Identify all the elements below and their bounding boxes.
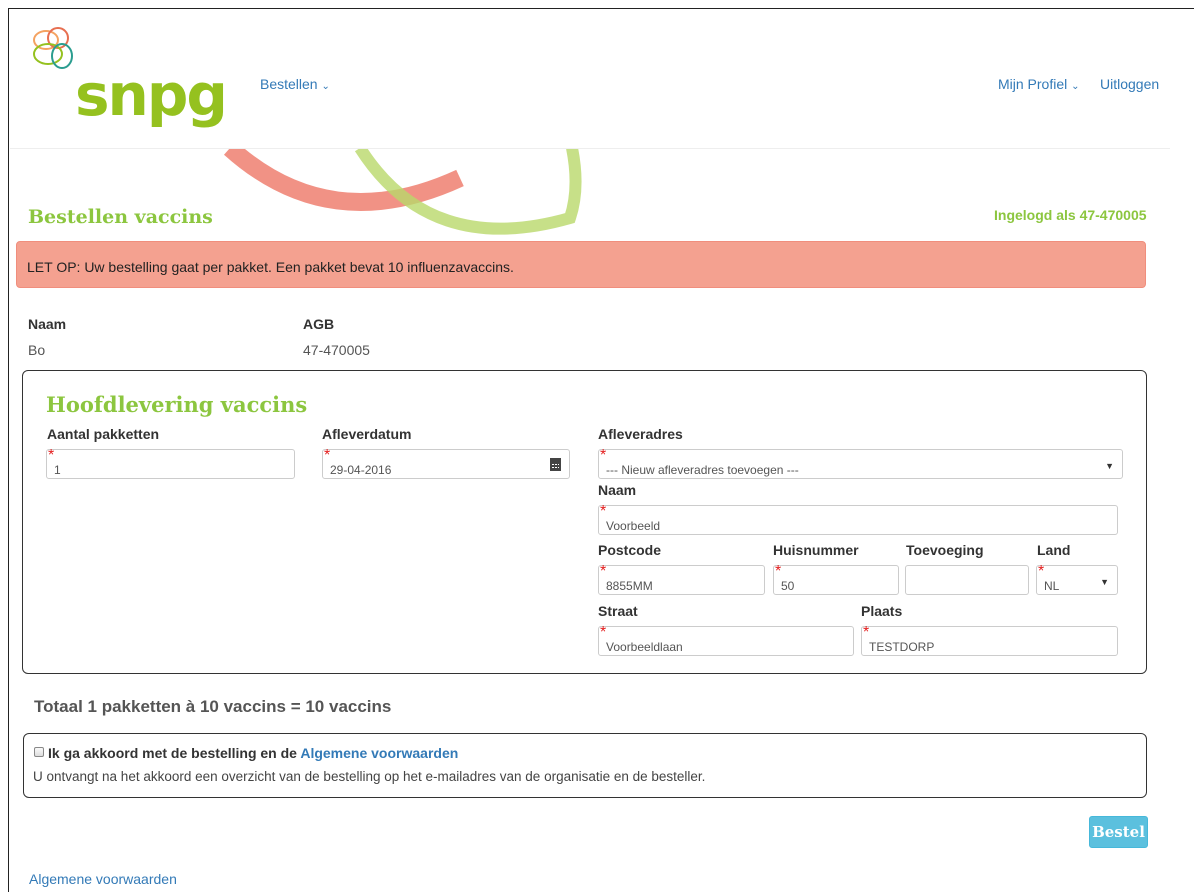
postcode-label: Postcode: [598, 542, 662, 558]
footer-terms-link[interactable]: Algemene voorwaarden: [29, 871, 177, 887]
postcode-input[interactable]: * 8855MM: [598, 563, 765, 595]
required-icon: *: [600, 447, 607, 464]
nav-bestellen[interactable]: Bestellen ⌄: [260, 76, 330, 92]
required-icon: *: [775, 563, 782, 580]
nav-uitloggen[interactable]: Uitloggen: [1100, 76, 1159, 92]
customer-name-label: Naam: [28, 316, 67, 332]
recipient-name-value: Voorbeeld: [606, 519, 661, 533]
logged-in-status: Ingelogd als 47-470005: [994, 207, 1147, 223]
required-icon: *: [863, 624, 870, 641]
address-select[interactable]: * --- Nieuw afleveradres toevoegen --- ▼: [598, 447, 1123, 479]
customer-name-value: Bo: [28, 342, 46, 358]
caret-down-icon: ▼: [1105, 461, 1114, 471]
required-icon: *: [600, 563, 607, 580]
housenumber-value: 50: [781, 579, 795, 593]
required-icon: *: [48, 447, 55, 464]
city-label: Plaats: [861, 603, 903, 619]
customer-agb-label: AGB: [303, 316, 335, 332]
street-label: Straat: [598, 603, 638, 619]
order-total: Totaal 1 pakketten à 10 vaccins = 10 vac…: [34, 697, 392, 716]
street-value: Voorbeeldlaan: [606, 640, 683, 654]
country-select[interactable]: * NL ▼: [1036, 563, 1118, 595]
required-icon: *: [1038, 563, 1045, 580]
country-value: NL: [1044, 579, 1060, 593]
address-label: Afleveradres: [598, 426, 683, 442]
caret-down-icon: ▼: [1100, 577, 1109, 587]
agreement-checkbox[interactable]: [34, 747, 44, 757]
packages-value: 1: [54, 463, 61, 477]
order-button[interactable]: Bestel: [1089, 816, 1148, 848]
address-selected-value: --- Nieuw afleveradres toevoegen ---: [606, 463, 799, 477]
date-input[interactable]: * 29-04-2016: [322, 447, 570, 479]
recipient-name-label: Naam: [598, 482, 637, 498]
packages-input[interactable]: * 1: [46, 447, 295, 479]
date-value: 29-04-2016: [330, 463, 392, 477]
city-input[interactable]: * TESTDORP: [861, 624, 1118, 656]
delivery-title: Hoofdlevering vaccins: [46, 392, 308, 417]
agreement-note: U ontvangt na het akkoord een overzicht …: [33, 769, 706, 784]
nav-mijn-profiel[interactable]: Mijn Profiel ⌄: [998, 76, 1080, 92]
header-divider: [10, 148, 1170, 149]
chevron-down-icon: ⌄: [1071, 81, 1080, 92]
addition-input[interactable]: [905, 565, 1029, 595]
recipient-name-input[interactable]: * Voorbeeld: [598, 503, 1118, 535]
customer-agb-value: 47-470005: [303, 342, 370, 358]
logo-text[interactable]: snpg: [75, 66, 228, 124]
packages-label: Aantal pakketten: [47, 426, 160, 442]
required-icon: *: [600, 503, 607, 520]
street-input[interactable]: * Voorbeeldlaan: [598, 624, 854, 656]
agreement-row: Ik ga akkoord met de bestelling en de Al…: [34, 745, 458, 761]
logo-rings-icon: [33, 27, 73, 69]
nav-bestellen-label: Bestellen: [260, 76, 318, 92]
required-icon: *: [324, 447, 331, 464]
decorative-swirl: [223, 148, 582, 235]
postcode-value: 8855MM: [606, 579, 653, 593]
addition-label: Toevoeging: [906, 542, 984, 558]
logo[interactable]: [28, 24, 80, 77]
chevron-down-icon: ⌄: [321, 81, 330, 92]
date-label: Afleverdatum: [322, 426, 412, 442]
alert-banner: LET OP: Uw bestelling gaat per pakket. E…: [16, 241, 1146, 288]
terms-link[interactable]: Algemene voorwaarden: [300, 745, 458, 761]
agreement-text: Ik ga akkoord met de bestelling en de: [48, 745, 297, 761]
agreement-panel: [23, 733, 1147, 798]
nav-mijn-profiel-label: Mijn Profiel: [998, 76, 1068, 92]
calendar-icon[interactable]: [550, 458, 561, 471]
required-icon: *: [600, 624, 607, 641]
housenumber-input[interactable]: * 50: [773, 563, 899, 595]
page-title: Bestellen vaccins: [28, 206, 213, 228]
housenumber-label: Huisnummer: [773, 542, 859, 558]
city-value: TESTDORP: [869, 640, 935, 654]
country-label: Land: [1037, 542, 1071, 558]
